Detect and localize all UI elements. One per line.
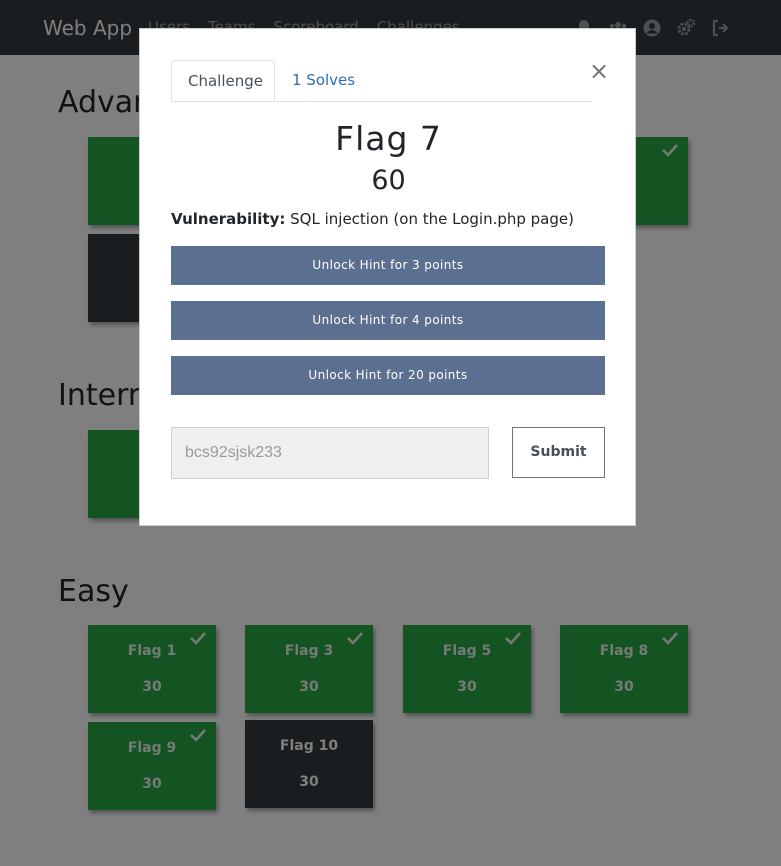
flag-input[interactable]: bcs92sjsk233 bbox=[171, 427, 489, 479]
tab-challenge[interactable]: Challenge bbox=[171, 60, 275, 101]
description-label: Vulnerability: bbox=[171, 210, 286, 228]
close-icon[interactable]: × bbox=[589, 59, 609, 83]
unlock-hint-button[interactable]: Unlock Hint for 3 points bbox=[171, 246, 605, 285]
challenge-modal: × Challenge 1 Solves Flag 7 60 Vulnerabi… bbox=[139, 28, 636, 526]
challenge-description: Vulnerability: SQL injection (on the Log… bbox=[171, 210, 574, 228]
description-text: SQL injection (on the Login.php page) bbox=[285, 210, 574, 228]
unlock-hint-button[interactable]: Unlock Hint for 20 points bbox=[171, 356, 605, 395]
submit-button[interactable]: Submit bbox=[512, 427, 605, 478]
challenge-title: Flag 7 bbox=[335, 119, 442, 158]
unlock-hint-button[interactable]: Unlock Hint for 4 points bbox=[171, 301, 605, 340]
challenge-value: 60 bbox=[371, 165, 406, 196]
tab-solves[interactable]: 1 Solves bbox=[276, 60, 371, 101]
modal-tabs: Challenge 1 Solves bbox=[171, 60, 592, 102]
